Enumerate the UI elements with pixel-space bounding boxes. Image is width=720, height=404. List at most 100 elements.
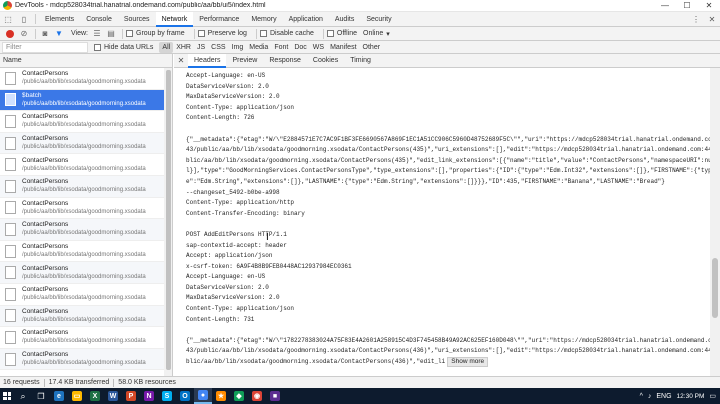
- hide-data-urls-checkbox[interactable]: Hide data URLs: [94, 43, 153, 51]
- taskbar-app-5[interactable]: P: [122, 388, 140, 404]
- filter-type-doc[interactable]: Doc: [291, 42, 309, 53]
- tab-cookies[interactable]: Cookies: [307, 54, 344, 68]
- offline-checkbox[interactable]: Offline: [326, 30, 357, 37]
- tab-preview[interactable]: Preview: [226, 54, 263, 68]
- close-devtools-icon[interactable]: ✕: [704, 12, 720, 27]
- scrollbar-thumb[interactable]: [166, 70, 171, 370]
- tab-timing[interactable]: Timing: [344, 54, 377, 68]
- request-row[interactable]: ContactPersons/public/aa/bb/lib/xsodata/…: [0, 284, 164, 306]
- checkbox-box[interactable]: [94, 43, 101, 51]
- maximize-button[interactable]: ☐: [676, 0, 698, 12]
- filter-input[interactable]: Filter: [2, 41, 88, 53]
- tab-response[interactable]: Response: [263, 54, 307, 68]
- tab-headers[interactable]: Headers: [188, 54, 227, 68]
- file-icon: [5, 287, 16, 301]
- show-more-button[interactable]: Show more: [447, 357, 489, 368]
- request-name: $batch: [22, 91, 42, 99]
- record-icon[interactable]: [6, 29, 14, 38]
- device-toolbar-icon[interactable]: ▯: [16, 12, 32, 27]
- tray-overflow-icon[interactable]: ^: [640, 393, 643, 400]
- taskbar-app-10[interactable]: ★: [212, 388, 230, 404]
- taskbar-app-2[interactable]: ▭: [68, 388, 86, 404]
- task-view-icon[interactable]: ❐: [32, 388, 50, 404]
- request-list-scrollbar[interactable]: [164, 68, 172, 376]
- tab-performance[interactable]: Performance: [193, 12, 245, 27]
- request-row[interactable]: ContactPersons/public/aa/bb/lib/xsodata/…: [0, 175, 164, 198]
- tab-audits[interactable]: Audits: [329, 12, 360, 27]
- request-row[interactable]: ContactPersons/public/aa/bb/lib/xsodata/…: [0, 219, 164, 241]
- notifications-icon[interactable]: ▭: [709, 392, 716, 400]
- filter-type-xhr[interactable]: XHR: [173, 42, 194, 53]
- taskbar-app-11[interactable]: ◆: [230, 388, 248, 404]
- filter-type-ws[interactable]: WS: [310, 42, 327, 53]
- filter-icon[interactable]: ▼: [53, 28, 65, 40]
- filter-type-manifest[interactable]: Manifest: [327, 42, 359, 53]
- name-column-header[interactable]: Name: [0, 54, 172, 68]
- checkbox-box[interactable]: [197, 30, 205, 37]
- request-row[interactable]: ContactPersons/public/aa/bb/lib/xsodata/…: [0, 305, 164, 328]
- tab-network[interactable]: Network: [155, 11, 194, 27]
- taskbar-app-4[interactable]: W: [104, 388, 122, 404]
- tab-sources[interactable]: Sources: [118, 12, 156, 27]
- throttling-select[interactable]: Online ▾: [363, 30, 390, 38]
- request-row[interactable]: ContactPersons/public/aa/bb/lib/xsodata/…: [0, 198, 164, 220]
- close-details-icon[interactable]: ✕: [174, 56, 188, 65]
- file-icon: [5, 114, 16, 128]
- tab-security[interactable]: Security: [360, 12, 397, 27]
- request-row[interactable]: ContactPersons/public/aa/bb/lib/xsodata/…: [0, 132, 164, 155]
- disable-cache-label: Disable cache: [269, 30, 314, 37]
- camera-icon[interactable]: ◙: [39, 28, 51, 40]
- start-button[interactable]: [0, 388, 14, 404]
- tab-memory[interactable]: Memory: [245, 12, 282, 27]
- taskbar-app-3[interactable]: X: [86, 388, 104, 404]
- request-row[interactable]: ContactPersons/public/aa/bb/lib/xsodata/…: [0, 262, 164, 284]
- request-row[interactable]: ContactPersons/public/aa/bb/lib/xsodata/…: [0, 154, 164, 176]
- request-row[interactable]: ContactPersons/public/aa/bb/lib/xsodata/…: [0, 241, 164, 263]
- search-icon[interactable]: ⌕: [14, 388, 32, 404]
- request-row[interactable]: ContactPersons/public/aa/bb/lib/xsodata/…: [0, 111, 164, 133]
- clear-icon[interactable]: ⊘: [18, 28, 30, 40]
- filter-type-all[interactable]: All: [159, 41, 174, 53]
- checkbox-box[interactable]: [326, 30, 334, 37]
- scrollbar-thumb[interactable]: [712, 258, 718, 318]
- close-button[interactable]: ✕: [698, 0, 720, 12]
- filter-type-img[interactable]: Img: [229, 42, 247, 53]
- minimize-button[interactable]: —: [654, 0, 676, 12]
- details-scrollbar[interactable]: [710, 68, 720, 376]
- overview-icon[interactable]: ▤: [105, 28, 117, 40]
- taskbar-app-8[interactable]: O: [176, 388, 194, 404]
- preserve-log-checkbox[interactable]: Preserve log: [197, 30, 247, 37]
- checkbox-box[interactable]: [126, 30, 133, 37]
- payload-text: sap-contextid-accept: header: [186, 241, 287, 249]
- inspect-element-icon[interactable]: ⬚: [0, 12, 16, 27]
- filter-type-css[interactable]: CSS: [208, 42, 228, 53]
- group-by-frame-checkbox[interactable]: Group by frame: [126, 30, 185, 37]
- payload-text: {"__metadata":{"etag":"W/\"1782278383024…: [186, 336, 710, 344]
- taskbar-app-1[interactable]: e: [50, 388, 68, 404]
- request-row[interactable]: ContactPersons/public/aa/bb/lib/xsodata/…: [0, 68, 164, 90]
- volume-icon[interactable]: ♪: [648, 393, 652, 400]
- taskbar-app-9[interactable]: ●: [194, 388, 212, 404]
- filter-type-media[interactable]: Media: [246, 42, 271, 53]
- taskbar-app-6[interactable]: N: [140, 388, 158, 404]
- request-path: /public/aa/bb/lib/xsodata/goodmorning.xs…: [22, 122, 146, 129]
- request-row[interactable]: ContactPersons/public/aa/bb/lib/xsodata/…: [0, 327, 164, 349]
- language-indicator[interactable]: ENG: [656, 393, 671, 400]
- disable-cache-checkbox[interactable]: Disable cache: [259, 30, 314, 37]
- request-row[interactable]: ContactPersons/public/aa/bb/lib/xsodata/…: [0, 348, 164, 371]
- taskbar-app-12[interactable]: ◉: [248, 388, 266, 404]
- checkbox-box[interactable]: [259, 30, 267, 37]
- tab-application[interactable]: Application: [283, 12, 329, 27]
- tab-console[interactable]: Console: [80, 12, 118, 27]
- taskbar-app-7[interactable]: S: [158, 388, 176, 404]
- tab-elements[interactable]: Elements: [39, 12, 80, 27]
- filter-type-font[interactable]: Font: [271, 42, 291, 53]
- request-row[interactable]: $batch/public/aa/bb/lib/xsodata/goodmorn…: [0, 89, 164, 112]
- large-rows-icon[interactable]: ☰: [91, 28, 103, 40]
- taskbar-app-13[interactable]: ■: [266, 388, 284, 404]
- more-options-icon[interactable]: ⋮: [688, 12, 704, 27]
- filter-type-js[interactable]: JS: [194, 42, 208, 53]
- clock[interactable]: 12:30 PM: [677, 393, 705, 400]
- payload-line: POST AddEditPersons HTTP/1.1: [186, 230, 710, 241]
- filter-type-other[interactable]: Other: [360, 42, 384, 53]
